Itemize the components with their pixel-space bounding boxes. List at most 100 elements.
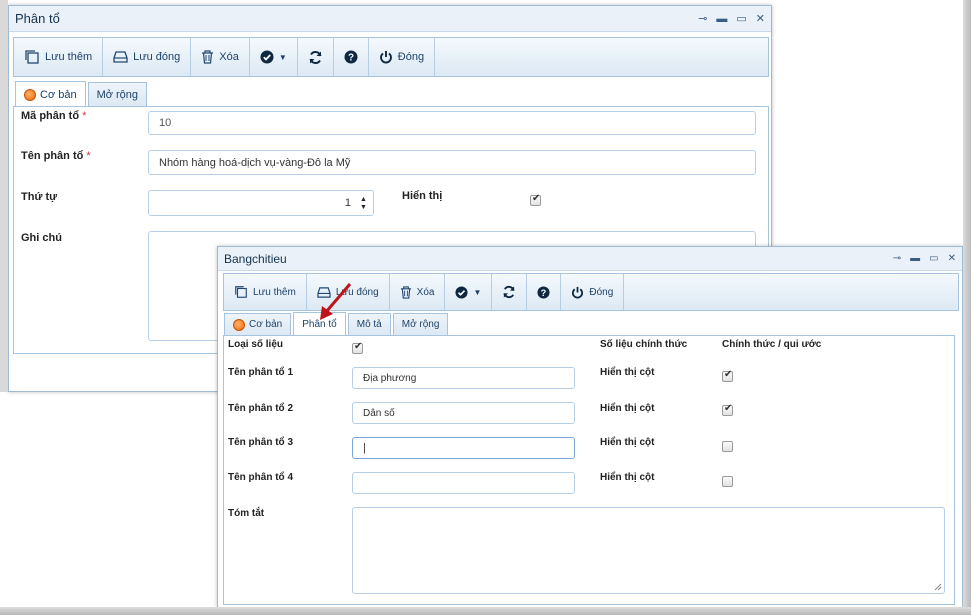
dong-button[interactable]: Đóng — [369, 38, 436, 76]
luu-them-button[interactable]: Lưu thêm — [224, 274, 307, 310]
required-mark: * — [86, 150, 91, 162]
window-titlebar: Bangchitieu ⊸ ▬ ▭ ✕ — [218, 247, 962, 271]
hien-thi-cot-3-label: Hiển thị cột — [600, 437, 655, 448]
maximize-icon[interactable]: ▭ — [929, 247, 938, 271]
ma-phan-to-value: 10 — [159, 117, 172, 129]
approve-dropdown-button[interactable]: ▼ — [250, 38, 298, 76]
trash-icon — [400, 285, 411, 299]
refresh-button[interactable] — [298, 38, 334, 76]
ten-phan-to-2-value: Dân số — [363, 407, 395, 419]
hien-thi-cot-3-checkbox[interactable] — [722, 441, 733, 452]
background-edge-right — [963, 0, 971, 615]
chevron-down-icon: ▼ — [473, 287, 482, 297]
orange-dot-icon — [233, 318, 245, 331]
ten-phan-to-1-value: Địa phương — [363, 372, 417, 384]
ten-phan-to-4-input[interactable] — [352, 472, 575, 494]
thu-tu-stepper[interactable]: 1 ▲ ▼ — [148, 190, 374, 216]
svg-text:?: ? — [541, 287, 547, 297]
ten-phan-to-4-label: Tên phân tổ 4 — [228, 472, 293, 483]
loai-so-lieu-label: Loại số liệu — [228, 339, 284, 350]
minimize-icon[interactable]: ▬ — [716, 6, 727, 32]
luu-them-label: Lưu thêm — [253, 286, 296, 298]
tab-mo-rong-label: Mở rộng — [401, 318, 440, 330]
background-edge-bottom — [0, 607, 971, 615]
refresh-icon — [309, 50, 322, 64]
help-icon: ? — [344, 50, 358, 64]
luu-them-button[interactable]: Lưu thêm — [14, 38, 104, 76]
thu-tu-label: Thứ tự — [21, 191, 58, 203]
close-icon[interactable]: ✕ — [948, 247, 956, 271]
window-title: Phân tổ — [15, 11, 60, 26]
ten-phan-to-1-input[interactable]: Địa phương — [352, 367, 575, 389]
pin-icon[interactable]: ⊸ — [698, 6, 707, 32]
hien-thi-cot-1-checkbox[interactable] — [722, 369, 733, 382]
copy-icon — [25, 50, 39, 64]
hien-thi-cot-4-checkbox[interactable] — [722, 476, 733, 487]
tab-mo-rong-label: Mở rộng — [96, 88, 139, 101]
window-tools: ⊸ ▬ ▭ ✕ — [698, 6, 765, 32]
pin-icon[interactable]: ⊸ — [893, 247, 901, 271]
xoa-label: Xóa — [416, 286, 435, 298]
hien-thi-cot-2-label: Hiển thị cột — [600, 403, 655, 414]
ten-phan-to-text: Tên phân tổ — [21, 150, 84, 162]
loai-so-lieu-checkbox[interactable] — [352, 341, 363, 354]
tab-bar: Cơ bản Mở rộng — [15, 80, 149, 107]
power-icon — [572, 286, 584, 298]
ten-phan-to-3-input[interactable]: | — [352, 437, 575, 459]
tom-tat-textarea[interactable] — [352, 507, 945, 594]
refresh-icon — [503, 285, 515, 299]
window-tools: ⊸ ▬ ▭ ✕ — [893, 247, 956, 271]
ten-phan-to-value: Nhóm hàng hoá-dịch vụ-vàng-Đô la Mỹ — [159, 156, 351, 169]
ten-phan-to-3-label: Tên phân tổ 3 — [228, 437, 293, 448]
xoa-button[interactable]: Xóa — [390, 274, 446, 310]
minimize-icon[interactable]: ▬ — [910, 247, 920, 271]
tom-tat-label: Tóm tắt — [228, 508, 265, 519]
ma-phan-to-label: Mã phân tổ * — [21, 110, 86, 122]
resize-grip-icon[interactable] — [934, 583, 942, 591]
background-edge-left — [0, 0, 8, 392]
approve-dropdown-button[interactable]: ▼ — [445, 274, 493, 310]
ten-phan-to-label: Tên phân tổ * — [21, 150, 91, 162]
help-button[interactable]: ? — [334, 38, 369, 76]
check-circle-icon — [260, 50, 274, 64]
ghi-chu-label: Ghi chú — [21, 232, 62, 244]
text-cursor: | — [363, 442, 366, 454]
ma-phan-to-text: Mã phân tổ — [21, 110, 80, 122]
thu-tu-value: 1 — [344, 197, 351, 209]
maximize-icon[interactable]: ▭ — [736, 6, 746, 32]
ten-phan-to-input[interactable]: Nhóm hàng hoá-dịch vụ-vàng-Đô la Mỹ — [148, 150, 756, 175]
ten-phan-to-2-input[interactable]: Dân số — [352, 402, 575, 424]
hien-thi-cot-2-checkbox[interactable] — [722, 403, 733, 416]
window-titlebar: Phân tổ ⊸ ▬ ▭ ✕ — [9, 6, 771, 32]
dong-label: Đóng — [589, 286, 614, 298]
luu-dong-label: Lưu đóng — [133, 51, 181, 63]
xoa-button[interactable]: Xóa — [191, 38, 250, 76]
dong-label: Đóng — [397, 51, 425, 63]
ten-phan-to-2-label: Tên phân tổ 2 — [228, 403, 293, 414]
copy-icon — [235, 286, 247, 298]
tab-co-ban-label: Cơ bản — [40, 88, 77, 101]
luu-them-label: Lưu thêm — [45, 51, 93, 63]
chinh-thuc-qui-uoc-label: Chính thức / qui ước — [722, 339, 822, 350]
hien-thi-checkbox[interactable] — [530, 193, 541, 206]
luu-dong-button[interactable]: Lưu đóng — [103, 38, 192, 76]
trash-icon — [202, 50, 214, 64]
spinner-arrows-icon[interactable]: ▲ ▼ — [358, 196, 369, 212]
tab-co-ban[interactable]: Cơ bản — [224, 313, 292, 335]
tab-mo-rong[interactable]: Mở rộng — [87, 82, 148, 106]
toolbar: Lưu thêm Lưu đóng Xóa ▼ ? Đóng — [13, 37, 769, 77]
tab-mo-rong[interactable]: Mở rộng — [392, 313, 449, 335]
ma-phan-to-input[interactable]: 10 — [148, 111, 756, 135]
help-button[interactable]: ? — [527, 274, 562, 310]
so-lieu-chinh-thuc-label: Số liệu chính thức — [600, 339, 688, 350]
hien-thi-cot-4-label: Hiển thị cột — [600, 472, 655, 483]
ten-phan-to-1-label: Tên phân tổ 1 — [228, 367, 293, 378]
dong-button[interactable]: Đóng — [561, 274, 625, 310]
tab-co-ban[interactable]: Cơ bản — [15, 81, 86, 107]
required-mark: * — [82, 110, 87, 122]
help-icon: ? — [537, 285, 550, 299]
window-title: Bangchitieu — [224, 252, 287, 266]
refresh-button[interactable] — [492, 274, 528, 310]
close-icon[interactable]: ✕ — [756, 6, 765, 32]
svg-text:?: ? — [348, 53, 354, 64]
